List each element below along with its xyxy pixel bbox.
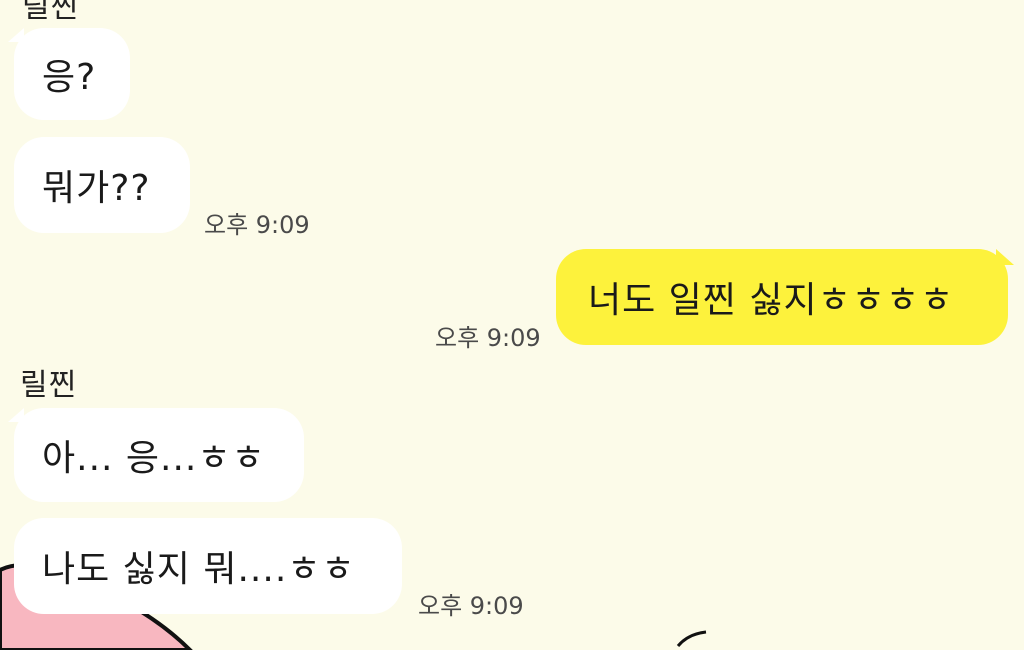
message-bubble[interactable]: 아... 응...ㅎㅎ	[14, 408, 304, 502]
message-bubble[interactable]: 나도 싫지 뭐....ㅎㅎ	[14, 518, 402, 614]
message-text: 나도 싫지 뭐....ㅎㅎ	[42, 549, 356, 590]
message-bubble[interactable]: 응?	[14, 28, 130, 120]
message-timestamp: 오후 9:09	[418, 592, 524, 620]
background-line-graphic	[676, 630, 707, 647]
my-message-bubble[interactable]: 너도 일찐 싫지ㅎㅎㅎㅎ	[556, 249, 1008, 345]
message-text: 뭐가??	[42, 168, 151, 209]
sender-name: 릴찐	[20, 368, 78, 403]
message-text: 너도 일찐 싫지ㅎㅎㅎㅎ	[588, 280, 955, 321]
message-text: 응?	[42, 57, 97, 98]
message-timestamp: 오후 9:09	[204, 211, 310, 239]
bubble-tail	[996, 249, 1014, 265]
message-timestamp: 오후 9:09	[435, 324, 541, 352]
message-bubble[interactable]: 뭐가??	[14, 137, 190, 233]
message-text: 아... 응...ㅎㅎ	[42, 438, 266, 479]
sender-name-top: 릴찐	[22, 0, 80, 25]
